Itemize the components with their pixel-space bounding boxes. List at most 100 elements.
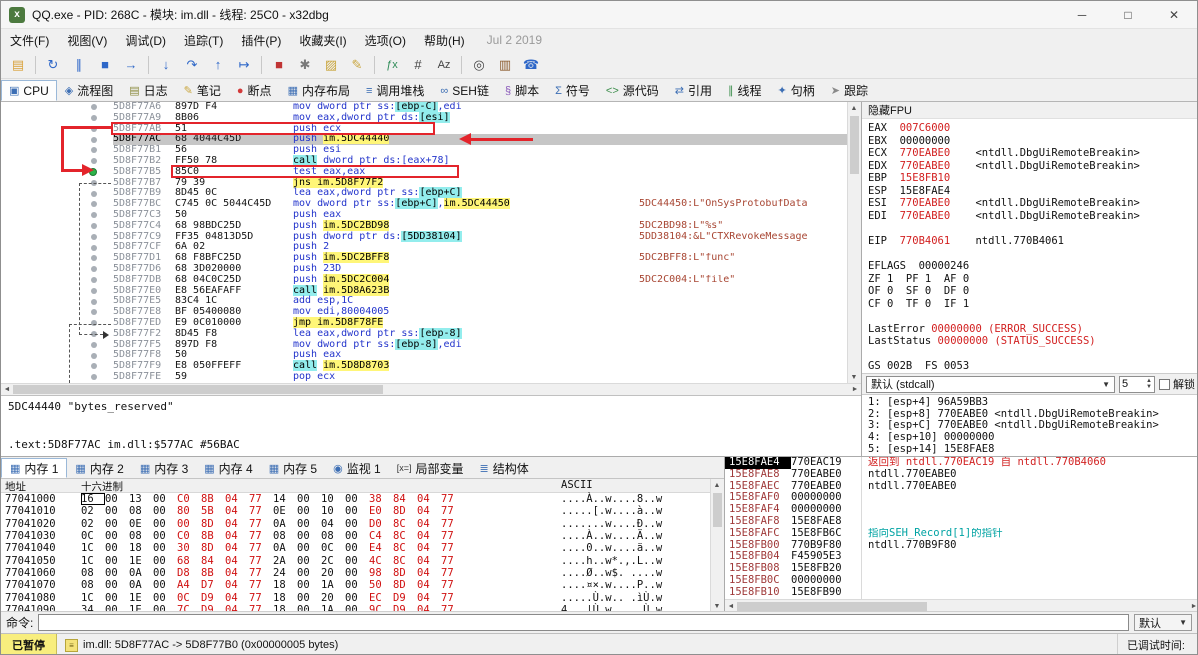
- unlock-checkbox[interactable]: 解锁: [1159, 376, 1195, 392]
- dump-byte[interactable]: 00: [153, 592, 177, 604]
- tab-内存布局[interactable]: ▦ 内存布局: [280, 80, 358, 101]
- stack-row[interactable]: 15E8FAFC 15E8FB6C 指向SEH_Record[1]的指针: [725, 527, 1197, 540]
- dump-byte[interactable]: 00: [105, 592, 129, 604]
- dump-byte[interactable]: E0: [369, 505, 393, 517]
- dump-byte[interactable]: 04: [417, 555, 441, 567]
- dump-byte[interactable]: 00: [297, 530, 321, 542]
- dump-byte[interactable]: 8D: [393, 579, 417, 591]
- menu-item[interactable]: 帮助(H): [415, 29, 474, 51]
- dump-byte[interactable]: 50: [369, 579, 393, 591]
- dump-byte[interactable]: 10: [321, 505, 345, 517]
- dump-byte[interactable]: 00: [153, 493, 177, 505]
- dump-byte[interactable]: 04: [225, 592, 249, 604]
- dump-byte[interactable]: 04: [417, 592, 441, 604]
- dump-byte[interactable]: EC: [369, 592, 393, 604]
- dump-byte[interactable]: 0C: [177, 592, 201, 604]
- dump-row[interactable]: 77041010 02 00 08 00 80 5B 04 77 0E 00 10 00 E0 8D 04 77…: [1, 505, 724, 517]
- disasm-vertical-scrollbar[interactable]: ▲ ▼: [847, 102, 861, 383]
- dump-byte[interactable]: 00: [345, 579, 369, 591]
- dump-byte[interactable]: 00: [105, 530, 129, 542]
- tab-结构体[interactable]: ≣ 结构体: [472, 458, 537, 478]
- dump-byte[interactable]: 10: [321, 493, 345, 505]
- register-row[interactable]: OF 0 SF 0 DF 0: [868, 285, 1197, 298]
- register-row[interactable]: GS 002B FS 0053: [868, 360, 1197, 373]
- dump-byte[interactable]: 04: [417, 493, 441, 505]
- dump-byte[interactable]: 8D: [201, 518, 225, 530]
- dump-byte[interactable]: 13: [129, 493, 153, 505]
- scroll-right-arrow[interactable]: ►: [849, 384, 861, 396]
- register-row[interactable]: EFLAGS 00000246: [868, 260, 1197, 273]
- dump-row[interactable]: 77041040 1C 00 18 00 30 8D 04 77 0A 00 0C 00 E4 8C 04 77…: [1, 542, 724, 554]
- dump-byte[interactable]: 00: [345, 555, 369, 567]
- dump-byte[interactable]: 00: [153, 555, 177, 567]
- register-row[interactable]: LastError 00000000 (ERROR_SUCCESS): [868, 323, 1197, 336]
- dump-byte[interactable]: 18: [273, 592, 297, 604]
- dump-byte[interactable]: 00: [345, 530, 369, 542]
- search-icon[interactable]: ◎: [467, 54, 491, 76]
- dump-byte[interactable]: 4C: [369, 555, 393, 567]
- phone-icon[interactable]: ☎: [519, 54, 543, 76]
- dump-byte[interactable]: 77: [249, 530, 273, 542]
- dump-byte[interactable]: 1C: [81, 555, 105, 567]
- menu-item[interactable]: 文件(F): [1, 29, 58, 51]
- dump-row[interactable]: 77041080 1C 00 1E 00 0C D9 04 77 18 00 20 00 EC D9 04 77…: [1, 592, 724, 604]
- tab-内存 4[interactable]: ▦ 内存 4: [196, 458, 260, 478]
- register-row[interactable]: LastStatus 00000000 (STATUS_SUCCESS): [868, 335, 1197, 348]
- minimize-button[interactable]: ─: [1059, 1, 1105, 28]
- dump-byte[interactable]: 00: [297, 518, 321, 530]
- command-mode-select[interactable]: 默认 ▼: [1134, 614, 1192, 631]
- dump-byte[interactable]: D9: [201, 592, 225, 604]
- dump-byte[interactable]: 77: [249, 579, 273, 591]
- dump-byte[interactable]: 38: [369, 493, 393, 505]
- tab-内存 5[interactable]: ▦ 内存 5: [261, 458, 325, 478]
- register-row[interactable]: EIP 770B4061 ntdll.770B4061: [868, 235, 1197, 248]
- dump-byte[interactable]: 0C: [321, 542, 345, 554]
- dump-byte[interactable]: 04: [225, 579, 249, 591]
- dump-byte[interactable]: 00: [297, 542, 321, 554]
- dump-byte[interactable]: 77: [441, 530, 465, 542]
- run-icon[interactable]: →: [119, 54, 143, 76]
- disasm-row[interactable]: 5D8F77F2 8D45 F8 lea eax,dword ptr ss:[ebp…: [1, 327, 847, 340]
- tab-SEH链[interactable]: ∞ SEH链: [432, 80, 497, 101]
- stack-row[interactable]: 15E8FAF8 15E8FAE8: [725, 515, 1197, 528]
- dump-byte[interactable]: 00: [153, 542, 177, 554]
- dump-byte[interactable]: 00: [345, 567, 369, 579]
- dump-byte[interactable]: 08: [81, 567, 105, 579]
- dump-byte[interactable]: 0A: [273, 542, 297, 554]
- dump-byte[interactable]: D0: [369, 518, 393, 530]
- dump-byte[interactable]: 84: [201, 555, 225, 567]
- dump-byte[interactable]: 00: [105, 555, 129, 567]
- menu-item[interactable]: 视图(V): [58, 29, 116, 51]
- arg-count-spinner[interactable]: 5 ▲ ▼: [1119, 375, 1155, 393]
- register-row[interactable]: EAX 007C6000: [868, 122, 1197, 135]
- tab-日志[interactable]: ▤ 日志: [121, 80, 175, 101]
- register-row[interactable]: ESP 15E8FAE4: [868, 185, 1197, 198]
- dump-byte[interactable]: 8B: [201, 493, 225, 505]
- register-row[interactable]: CF 0 TF 0 IF 1: [868, 298, 1197, 311]
- dump-byte[interactable]: 18: [129, 542, 153, 554]
- dump-byte[interactable]: 77: [441, 592, 465, 604]
- tab-流程图[interactable]: ◈ 流程图: [57, 80, 121, 101]
- strings-icon[interactable]: Az: [432, 54, 456, 76]
- dump-byte[interactable]: 20: [321, 592, 345, 604]
- dump-byte[interactable]: 00: [105, 579, 129, 591]
- step-out-icon[interactable]: ↑: [206, 54, 230, 76]
- stack-row[interactable]: 15E8FAE8 770EABE0 ntdll.770EABE0: [725, 468, 1197, 481]
- pause-icon[interactable]: ∥: [67, 54, 91, 76]
- stop-icon[interactable]: ■: [93, 54, 117, 76]
- dump-byte[interactable]: 04: [225, 555, 249, 567]
- dump-byte[interactable]: 00: [297, 505, 321, 517]
- dump-byte[interactable]: 0A: [129, 567, 153, 579]
- checkbox-icon[interactable]: [1159, 378, 1170, 390]
- tab-内存 1[interactable]: ▦ 内存 1: [1, 458, 68, 478]
- dump-byte[interactable]: 77: [249, 493, 273, 505]
- dump-byte[interactable]: 04: [225, 493, 249, 505]
- dump-byte[interactable]: 8B: [201, 530, 225, 542]
- register-row[interactable]: ECX 770EABE0 <ntdll.DbgUiRemoteBreakin>: [868, 147, 1197, 160]
- comment-icon[interactable]: ✎: [345, 54, 369, 76]
- disasm-row[interactable]: 5D8F77A9 8B06 mov eax,dword ptr ds:[esi]: [1, 111, 847, 124]
- dump-byte[interactable]: 77: [249, 592, 273, 604]
- dump-byte[interactable]: D8: [177, 567, 201, 579]
- dump-byte[interactable]: 0C: [81, 530, 105, 542]
- dump-byte[interactable]: 68: [177, 555, 201, 567]
